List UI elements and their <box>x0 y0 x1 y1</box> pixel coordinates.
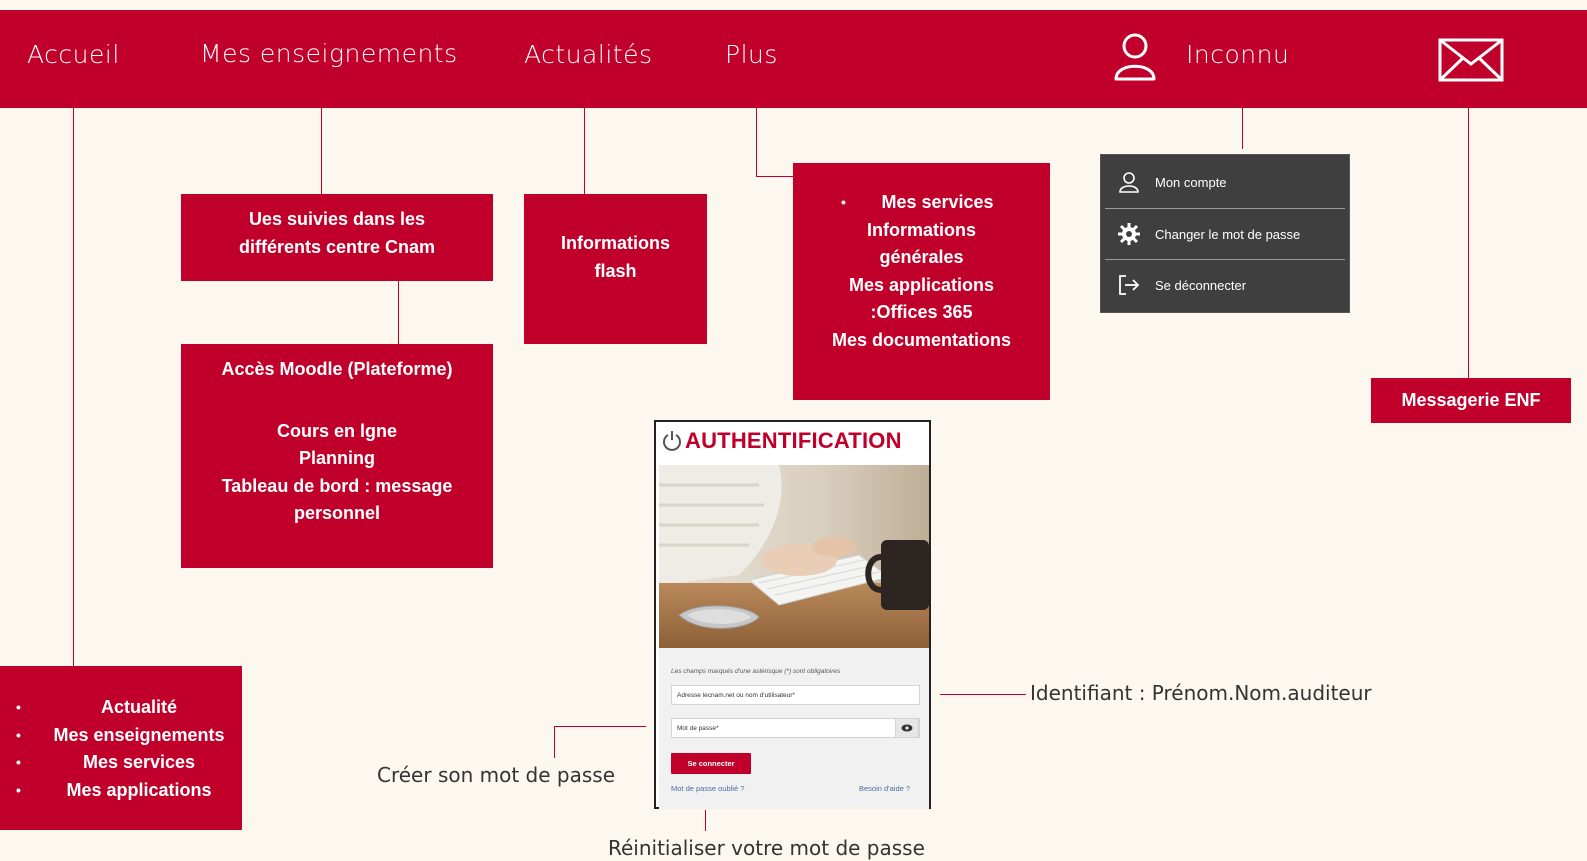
box-informations-flash: Informations flash <box>524 194 707 344</box>
box-moodle-item: Planning <box>299 448 375 468</box>
nav-user-name[interactable]: Inconnu <box>1186 40 1289 69</box>
bullet-icon: • <box>841 194 846 210</box>
menu-item-se-deconnecter[interactable]: Se déconnecter <box>1101 260 1349 310</box>
connector-actualites <box>584 108 585 194</box>
user-icon[interactable] <box>1113 32 1157 87</box>
menu-item-label: Se déconnecter <box>1155 277 1247 293</box>
box-plus-item: générales <box>879 247 964 267</box>
connector-user <box>1242 108 1243 149</box>
gear-icon <box>1117 222 1141 246</box>
box-plus-first-label: Mes services <box>881 192 994 212</box>
box-ues-suivies: Ues suivies dans les différents centre C… <box>181 194 493 281</box>
password-input-placeholder: Mot de passe* <box>677 725 719 732</box>
auth-panel: AUTHENTIFICATION Les champs marqués d'un… <box>654 420 931 809</box>
user-dropdown-menu: Mon compte Changer le mot de passe Se dé… <box>1100 154 1350 313</box>
connector-creer-h <box>554 726 646 727</box>
nav-mes-enseignements[interactable]: Mes enseignements <box>200 39 458 68</box>
box-messagerie-label: Messagerie ENF <box>1401 389 1541 410</box>
login-input-placeholder: Adresse lecnam.net ou nom d'utilisateur* <box>677 692 795 699</box>
top-nav-bar: Accueil Mes enseignements Actualités Plu… <box>0 10 1587 108</box>
power-icon <box>662 430 682 452</box>
connector-reinit <box>705 810 706 831</box>
logout-icon <box>1117 273 1141 297</box>
nav-accueil[interactable]: Accueil <box>27 40 120 69</box>
connector-plus-v <box>756 108 757 177</box>
login-input[interactable]: Adresse lecnam.net ou nom d'utilisateur* <box>671 685 920 705</box>
box-plus-item: Informations <box>866 219 976 240</box>
connector-enseignements <box>321 108 322 194</box>
nav-plus[interactable]: Plus <box>725 40 778 69</box>
box-messagerie-enf: Messagerie ENF <box>1371 378 1571 423</box>
box-plus-item: Mes documentations <box>831 329 1012 350</box>
box-moodle-item: personnel <box>293 503 381 523</box>
box-acces-moodle: Accès Moodle (Plateforme) Cours en lgne … <box>181 344 493 568</box>
caption-creer-mot-de-passe: Créer son mot de passe <box>377 763 615 787</box>
box-accueil-item: Mes enseignements <box>16 722 242 750</box>
connector-creer-v <box>554 726 555 758</box>
menu-item-mon-compte[interactable]: Mon compte <box>1101 157 1349 207</box>
forgot-password-link[interactable]: Mot de passe oublié ? <box>671 784 744 793</box>
caption-identifiant: Identifiant : Prénom.Nom.auditeur <box>1030 681 1372 705</box>
mail-icon[interactable] <box>1438 38 1504 87</box>
caption-reinitialiser: Réinitialiser votre mot de passe <box>608 836 925 860</box>
box-plus-item: :Offices 365 <box>870 302 973 322</box>
menu-item-label: Mon compte <box>1155 174 1227 190</box>
box-accueil-item: Mes services <box>16 749 242 777</box>
box-plus-item: Mes applications <box>848 274 995 295</box>
box-moodle-title: Accès Moodle (Plateforme) <box>221 359 453 379</box>
nav-actualites[interactable]: Actualités <box>524 40 652 69</box>
box-accueil-item: Actualité <box>16 694 242 722</box>
help-link[interactable]: Besoin d'aide ? <box>859 784 910 793</box>
eye-icon[interactable] <box>895 718 919 738</box>
user-icon <box>1117 170 1141 194</box>
box-ues-suivies-line: Ues suivies dans les <box>248 209 426 229</box>
auth-form: Les champs marqués d'une astérisque (*) … <box>659 648 929 809</box>
connector-accueil <box>73 108 74 666</box>
box-flash-line: Informations <box>560 233 670 253</box>
box-plus-first: • Mes services <box>793 189 1050 217</box>
password-input[interactable]: Mot de passe* <box>671 718 920 738</box>
connector-mail <box>1468 108 1469 378</box>
box-accueil: Actualité Mes enseignements Mes services… <box>0 666 242 830</box>
box-plus: • Mes services Informations générales Me… <box>793 163 1050 400</box>
auth-title: AUTHENTIFICATION <box>662 423 902 459</box>
box-accueil-list: Actualité Mes enseignements Mes services… <box>0 694 242 804</box>
box-flash-line: flash <box>594 260 637 281</box>
box-ues-suivies-line: différents centre Cnam <box>238 236 436 257</box>
auth-photo <box>659 465 929 648</box>
connector-identifiant <box>940 694 1026 695</box>
se-connecter-button[interactable]: Se connecter <box>671 753 751 774</box>
menu-item-label: Changer le mot de passe <box>1155 226 1301 242</box>
connector-plus-h <box>756 176 794 177</box>
auth-title-text: AUTHENTIFICATION <box>685 428 902 453</box>
menu-item-changer-mot-de-passe[interactable]: Changer le mot de passe <box>1101 209 1349 259</box>
box-accueil-item: Mes applications <box>16 777 242 805</box>
connector-moodle <box>398 280 399 344</box>
required-fields-note: Les champs marqués d'une astérisque (*) … <box>671 668 841 675</box>
box-moodle-item: Tableau de bord : message <box>221 475 453 496</box>
box-moodle-item: Cours en lgne <box>276 420 397 441</box>
